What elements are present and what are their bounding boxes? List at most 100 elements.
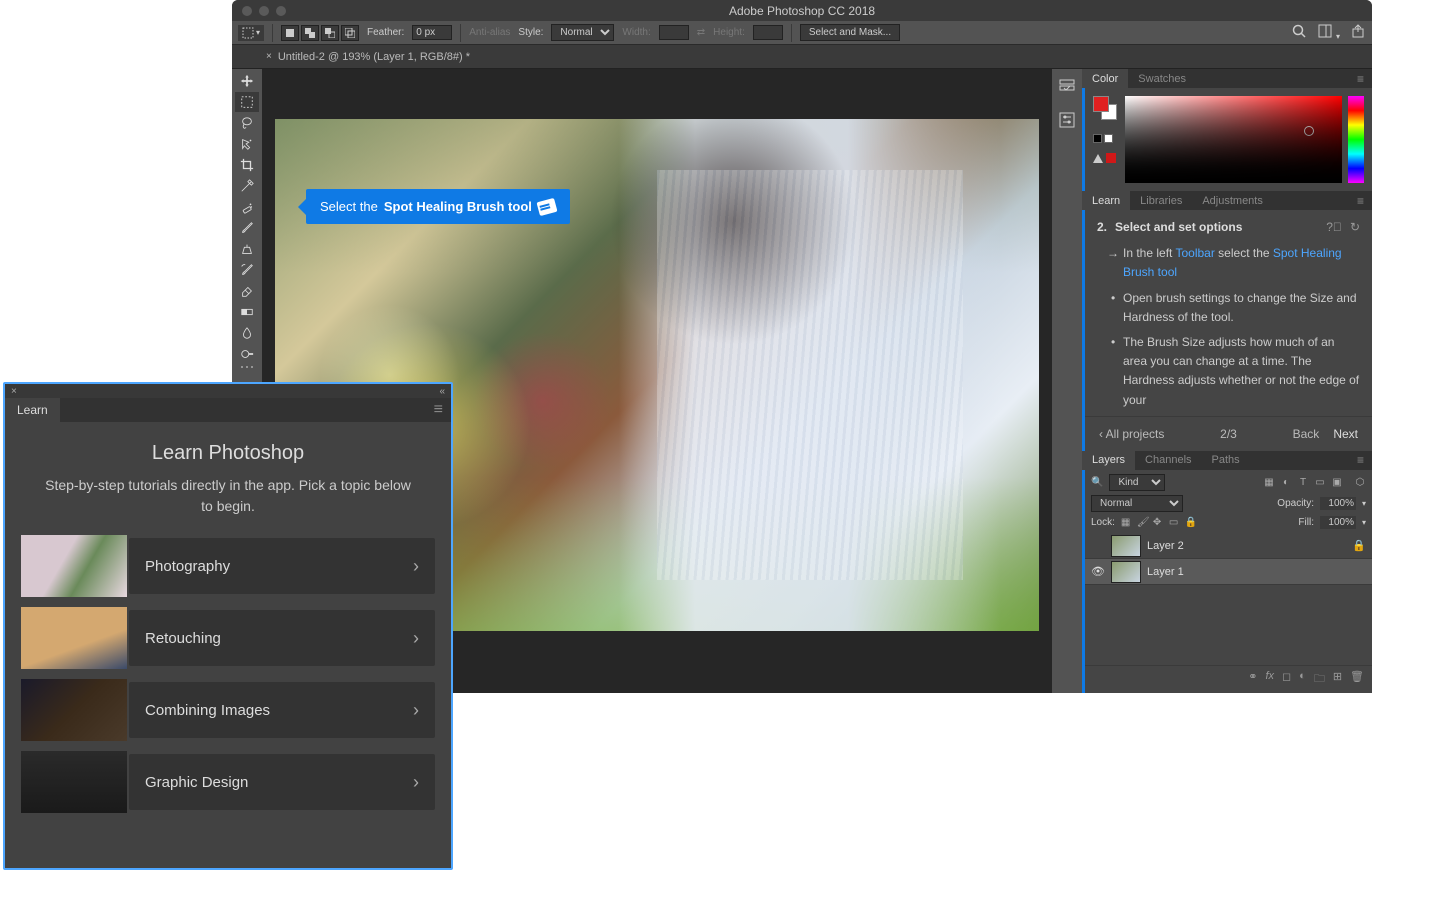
help-icon[interactable]: ?⃝ <box>1326 220 1342 234</box>
gradient-tool[interactable] <box>235 302 259 322</box>
lock-pixels-icon[interactable]: 🖌 <box>1137 517 1149 529</box>
collapsed-panel-dock <box>1052 69 1082 693</box>
style-select[interactable]: Normal <box>551 24 614 41</box>
panel-menu-icon[interactable]: ≡ <box>1357 453 1372 467</box>
search-icon[interactable] <box>1291 23 1307 42</box>
back-button[interactable]: Back <box>1293 427 1320 441</box>
gamut-warning[interactable] <box>1093 153 1119 163</box>
foreground-background-swatch[interactable] <box>1093 96 1117 120</box>
add-selection-icon[interactable] <box>301 25 319 41</box>
blend-mode-select[interactable]: Normal <box>1091 495 1183 512</box>
foreground-color-swatch[interactable] <box>1093 96 1109 112</box>
popup-close-icon[interactable]: × <box>11 386 17 397</box>
lock-artboard-icon[interactable]: ▭ <box>1169 517 1181 529</box>
rectangular-marquee-tool[interactable] <box>235 92 259 112</box>
popup-titlebar[interactable]: × « <box>5 384 451 398</box>
brush-tool[interactable] <box>235 218 259 238</box>
history-brush-tool[interactable] <box>235 260 259 280</box>
layer-row[interactable]: Layer 2 🔒 <box>1085 533 1372 559</box>
layers-panel-tabs: Layers Channels Paths ≡ <box>1082 451 1372 470</box>
feather-input[interactable] <box>412 25 452 40</box>
topic-photography[interactable]: Photography › <box>21 535 435 597</box>
history-panel-icon[interactable] <box>1058 77 1076 95</box>
next-button[interactable]: Next <box>1333 427 1358 441</box>
visibility-toggle[interactable]: 👁 <box>1091 565 1105 578</box>
fill-input[interactable] <box>1320 516 1356 529</box>
filter-type-icon[interactable]: T <box>1297 477 1309 489</box>
dodge-tool[interactable] <box>235 344 259 364</box>
close-window-button[interactable] <box>242 6 252 16</box>
hue-slider[interactable] <box>1348 96 1364 183</box>
toolbar-link[interactable]: Toolbar <box>1175 246 1214 260</box>
clone-stamp-tool[interactable] <box>235 239 259 259</box>
coach-tooltip: Select the Spot Healing Brush tool <box>306 189 570 224</box>
all-projects-link[interactable]: All projects <box>1099 427 1164 441</box>
filter-toggle-icon[interactable]: ⬡ <box>1354 477 1366 489</box>
new-layer-icon[interactable]: ⊞ <box>1333 670 1342 689</box>
lock-transparency-icon[interactable]: ▦ <box>1121 517 1133 529</box>
learn-tab[interactable]: Learn <box>1082 191 1130 210</box>
topic-graphic-design[interactable]: Graphic Design › <box>21 751 435 813</box>
filter-smart-icon[interactable]: ▣ <box>1331 477 1343 489</box>
layer-style-icon[interactable]: fx <box>1265 670 1274 689</box>
lock-label: Lock: <box>1091 517 1115 528</box>
share-icon[interactable] <box>1350 23 1366 42</box>
eraser-tool[interactable] <box>235 281 259 301</box>
spot-healing-brush-tool[interactable] <box>235 197 259 217</box>
channels-tab[interactable]: Channels <box>1135 451 1201 470</box>
layer-thumbnail[interactable] <box>1111 561 1141 583</box>
paths-tab[interactable]: Paths <box>1202 451 1250 470</box>
chevron-right-icon: › <box>413 772 419 793</box>
lock-all-icon[interactable]: 🔒 <box>1185 517 1197 529</box>
select-and-mask-button[interactable]: Select and Mask... <box>800 24 900 41</box>
adjustments-tab[interactable]: Adjustments <box>1192 191 1273 210</box>
crop-tool[interactable] <box>235 155 259 175</box>
color-picker-indicator[interactable] <box>1304 126 1314 136</box>
layer-row[interactable]: 👁 Layer 1 <box>1085 559 1372 585</box>
blur-tool[interactable] <box>235 323 259 343</box>
popup-collapse-icon[interactable]: « <box>439 386 445 397</box>
color-field[interactable] <box>1125 96 1342 183</box>
layers-tab[interactable]: Layers <box>1082 451 1135 470</box>
workspace-switcher-icon[interactable]: ▾ <box>1317 23 1340 42</box>
swatches-tab[interactable]: Swatches <box>1128 69 1196 88</box>
color-tab[interactable]: Color <box>1082 69 1128 88</box>
layer-name[interactable]: Layer 1 <box>1147 566 1184 578</box>
layer-group-icon[interactable]: 🗀 <box>1314 670 1325 689</box>
minimize-window-button[interactable] <box>259 6 269 16</box>
lock-icon[interactable]: 🔒 <box>1352 539 1366 552</box>
subtract-selection-icon[interactable] <box>321 25 339 41</box>
reset-icon[interactable]: ↻ <box>1350 220 1360 234</box>
document-tab[interactable]: × Untitled-2 @ 193% (Layer 1, RGB/8#) * <box>266 51 470 63</box>
filter-adjustment-icon[interactable]: ◐ <box>1280 477 1292 489</box>
link-layers-icon[interactable]: ⚭ <box>1248 670 1257 689</box>
libraries-tab[interactable]: Libraries <box>1130 191 1192 210</box>
move-tool[interactable] <box>235 71 259 91</box>
maximize-window-button[interactable] <box>276 6 286 16</box>
opacity-input[interactable] <box>1320 497 1356 510</box>
filter-pixel-icon[interactable]: ▦ <box>1263 477 1275 489</box>
tool-preset-picker[interactable]: ▾ <box>238 25 264 41</box>
learn-popup-tab[interactable]: Learn <box>5 398 60 422</box>
topic-combining-images[interactable]: Combining Images › <box>21 679 435 741</box>
panel-menu-icon[interactable]: ≡ <box>1357 194 1372 208</box>
layer-name[interactable]: Layer 2 <box>1147 540 1184 552</box>
more-tools-icon[interactable] <box>239 365 255 369</box>
layer-mask-icon[interactable]: ◻ <box>1282 670 1291 689</box>
eyedropper-tool[interactable] <box>235 176 259 196</box>
new-selection-icon[interactable] <box>281 25 299 41</box>
topic-retouching[interactable]: Retouching › <box>21 607 435 669</box>
panel-menu-icon[interactable]: ≡ <box>1357 72 1372 86</box>
layer-filter-kind[interactable]: Kind <box>1109 474 1165 491</box>
delete-layer-icon[interactable]: 🗑 <box>1350 670 1364 689</box>
adjustment-layer-icon[interactable]: ◐ <box>1299 670 1306 689</box>
lasso-tool[interactable] <box>235 113 259 133</box>
intersect-selection-icon[interactable] <box>341 25 359 41</box>
filter-shape-icon[interactable]: ▭ <box>1314 477 1326 489</box>
popup-menu-icon[interactable]: ≡ <box>434 401 451 419</box>
lock-position-icon[interactable]: ✥ <box>1153 517 1165 529</box>
close-tab-icon[interactable]: × <box>266 51 272 62</box>
properties-panel-icon[interactable] <box>1058 111 1076 129</box>
quick-selection-tool[interactable] <box>235 134 259 154</box>
layer-thumbnail[interactable] <box>1111 535 1141 557</box>
